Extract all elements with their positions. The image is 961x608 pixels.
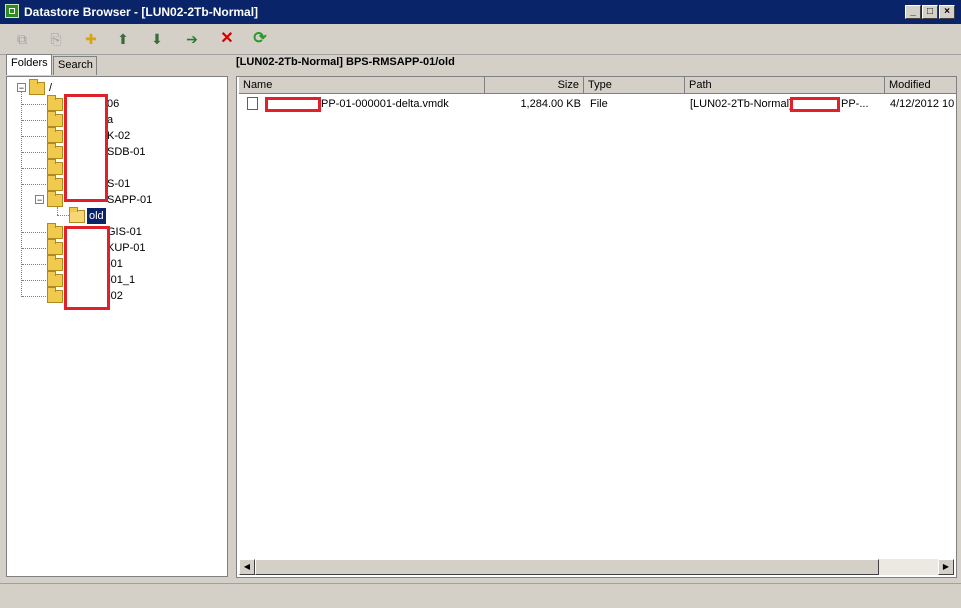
scroll-left-icon[interactable]: ◀: [239, 559, 255, 575]
window-title: Datastore Browser - [LUN02-2Tb-Normal]: [24, 5, 259, 19]
collapse-icon[interactable]: −: [17, 83, 26, 93]
folder-icon: [47, 223, 63, 239]
redaction-box: [64, 226, 110, 310]
tree-connector: [22, 120, 46, 121]
file-type: File: [590, 98, 608, 110]
minimize-button[interactable]: _: [905, 5, 921, 19]
file-list: Name Size Type Path Modified PP-01-00000…: [236, 76, 957, 578]
tree-item-label: -01_1: [107, 274, 136, 286]
folder-icon: [47, 111, 63, 127]
tree-item-label: S-01: [107, 178, 131, 190]
refresh-icon[interactable]: ⟳: [249, 28, 271, 50]
scroll-right-icon[interactable]: ▶: [938, 559, 954, 575]
datastore-app-icon: [5, 4, 19, 18]
redaction-box: [790, 97, 840, 112]
folder-icon: [47, 175, 63, 191]
folder-icon: [47, 191, 63, 207]
download-icon[interactable]: ⬇: [146, 28, 168, 50]
column-header-path[interactable]: Path: [685, 77, 885, 94]
folder-icon: [47, 255, 63, 271]
tree-item-label: GIS-01: [107, 226, 142, 238]
scrollbar-thumb[interactable]: [255, 559, 879, 575]
folder-icon: [47, 143, 63, 159]
close-button[interactable]: ×: [939, 5, 955, 19]
title-bar: Datastore Browser - [LUN02-2Tb-Normal] _…: [0, 0, 961, 24]
redaction-box: [64, 94, 108, 202]
tree-connector: [22, 264, 46, 265]
tree-connector: [22, 152, 46, 153]
tree-item-label: KUP-01: [107, 242, 146, 254]
tab-search[interactable]: Search: [53, 56, 97, 75]
file-name: PP-01-000001-delta.vmdk: [321, 98, 449, 110]
copy-icon[interactable]: ⧉: [11, 28, 33, 50]
tree-connector: [22, 104, 46, 105]
open-folder-icon: [69, 207, 85, 223]
file-icon: [247, 97, 258, 110]
maximize-button[interactable]: □: [922, 5, 938, 19]
file-modified: 4/12/2012 10: [890, 98, 955, 110]
tree-connector: [22, 280, 46, 281]
folder-icon: [47, 95, 63, 111]
collapse-icon[interactable]: −: [35, 195, 44, 205]
toolbar: ⧉ ⎘ ✚ ⬆ ⬇ ➔ ✕ ⟳: [0, 24, 961, 55]
paste-icon[interactable]: ⎘: [45, 28, 67, 50]
file-path-suffix: PP-...: [841, 98, 869, 110]
folder-icon: [47, 239, 63, 255]
tree-item-old[interactable]: old: [7, 207, 207, 224]
file-size: 1,284.00 KB: [520, 98, 581, 110]
tab-folders[interactable]: Folders: [6, 54, 52, 75]
upload-icon[interactable]: ⬆: [112, 28, 134, 50]
tree-item-label: K-02: [107, 130, 131, 142]
tree-item-label: 06: [107, 98, 120, 110]
delete-icon[interactable]: ✕: [216, 28, 238, 50]
tree-item-label: /: [49, 82, 53, 94]
column-header-type[interactable]: Type: [584, 77, 685, 94]
current-path: [LUN02-2Tb-Normal] BPS-RMSAPP-01/old: [236, 56, 455, 68]
folder-icon: [47, 287, 63, 303]
new-folder-icon[interactable]: ✚: [80, 28, 102, 50]
register-vm-icon[interactable]: ➔: [181, 28, 203, 50]
status-bar: [0, 583, 961, 608]
tree-connector: [22, 168, 46, 169]
column-header-size[interactable]: Size: [485, 77, 584, 94]
folder-icon: [47, 127, 63, 143]
tree-connector: [22, 136, 46, 137]
tree-connector: [22, 296, 46, 297]
redaction-box: [265, 97, 321, 112]
tree-item-label: SAPP-01: [107, 194, 153, 206]
file-path-prefix: [LUN02-2Tb-Normal]: [690, 98, 793, 110]
folder-icon: [29, 79, 45, 95]
column-header-name[interactable]: Name: [239, 77, 485, 94]
folder-tree: − / 06 a K-02 SDB-01 S-01 − SAPP-01 old …: [6, 76, 228, 577]
column-header-modified[interactable]: Modified: [885, 77, 956, 94]
tree-connector: [22, 232, 46, 233]
tree-item-label: SDB-01: [107, 146, 146, 158]
folder-icon: [47, 271, 63, 287]
tree-item-label: old: [87, 208, 106, 224]
tree-connector: [22, 184, 46, 185]
folder-icon: [47, 159, 63, 175]
tree-connector: [22, 248, 46, 249]
horizontal-scrollbar[interactable]: ◀ ▶: [239, 559, 954, 575]
